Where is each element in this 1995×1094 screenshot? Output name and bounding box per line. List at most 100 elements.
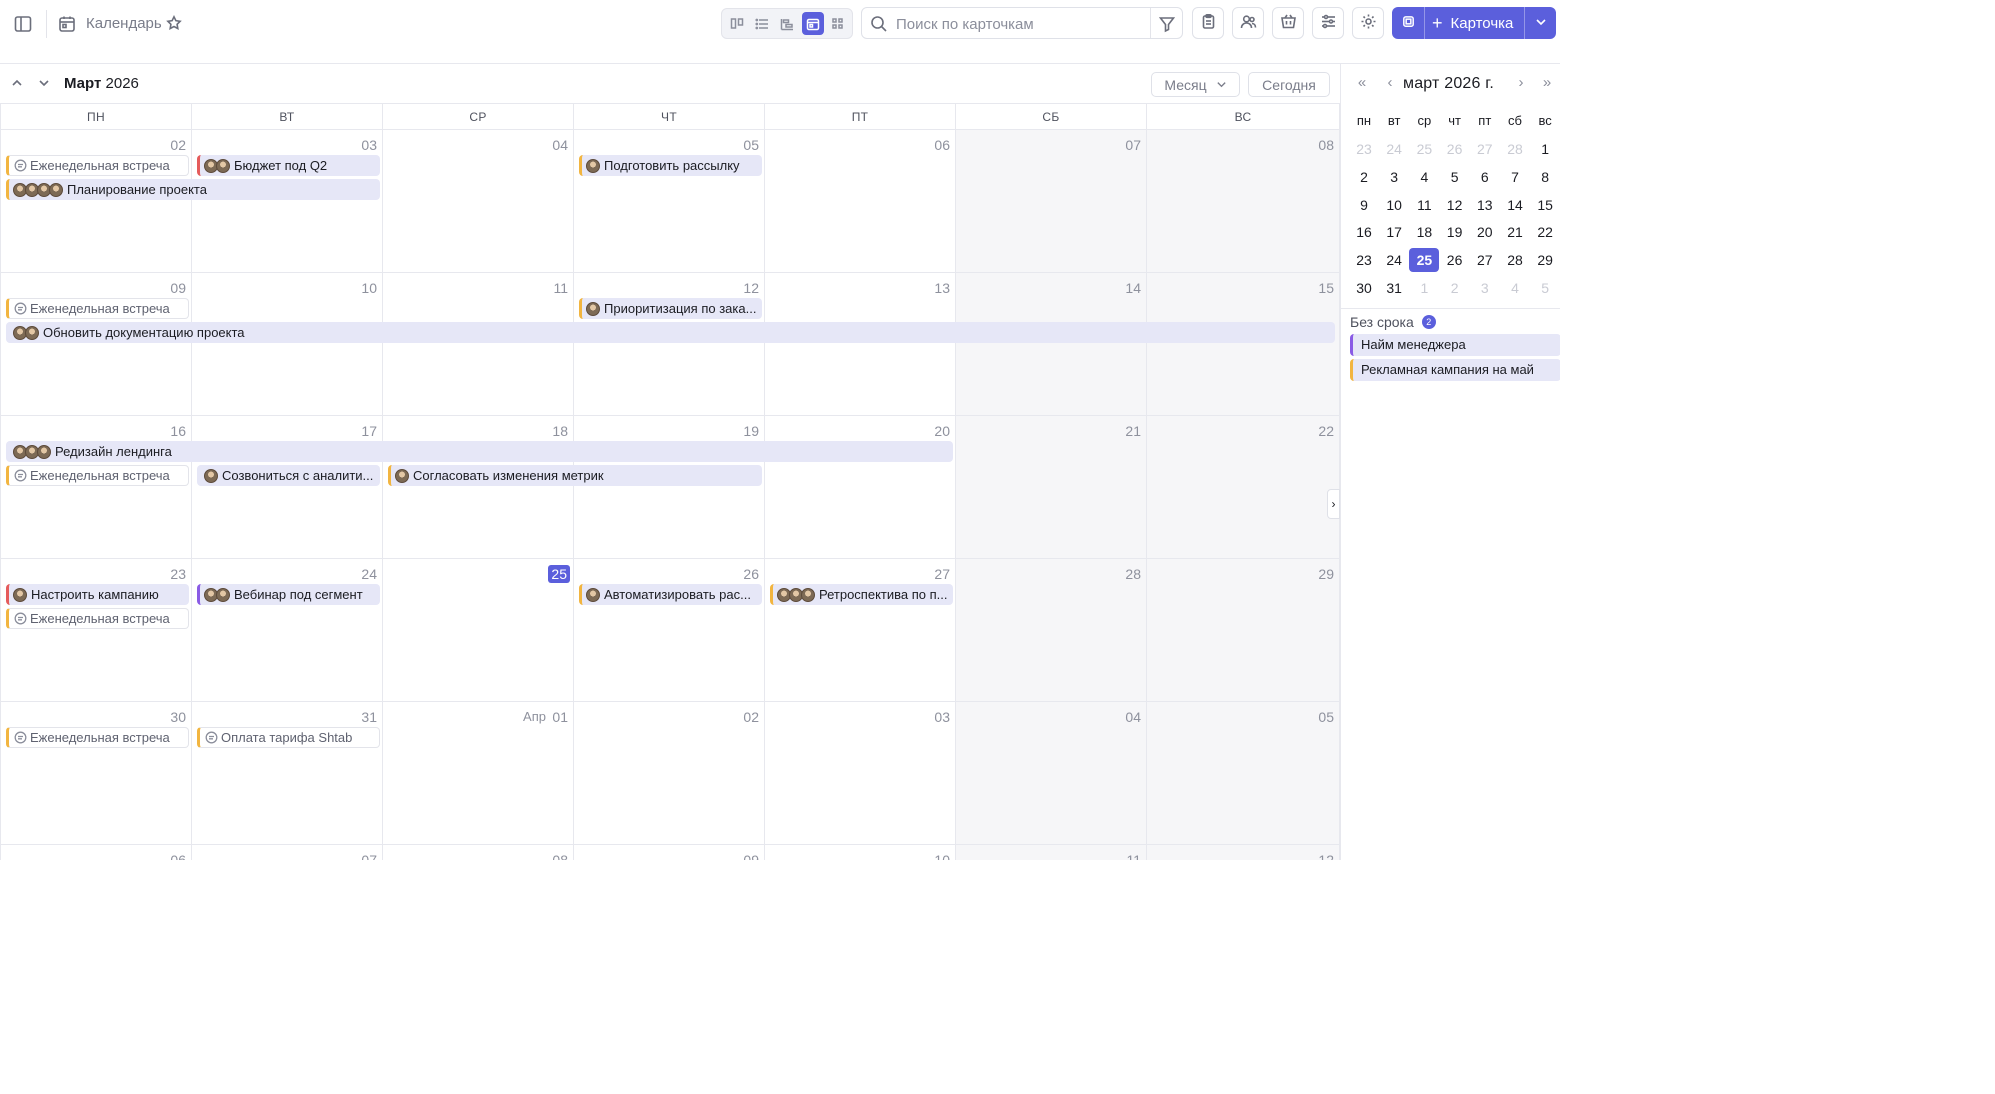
mini-day[interactable]: 26 xyxy=(1440,137,1470,161)
mini-day[interactable]: 12 xyxy=(1440,193,1470,217)
mini-day[interactable]: 14 xyxy=(1500,193,1530,217)
day-cell[interactable]: 05 xyxy=(574,130,765,273)
panel-toggle-button[interactable]: › xyxy=(1327,489,1340,519)
day-cell[interactable]: 08 xyxy=(383,845,574,860)
clipboard-button[interactable] xyxy=(1192,7,1224,39)
mini-day[interactable]: 22 xyxy=(1530,220,1560,244)
mini-day[interactable]: 19 xyxy=(1440,220,1470,244)
day-cell[interactable]: 28 xyxy=(956,559,1147,702)
no-deadline-item[interactable]: Рекламная кампания на май xyxy=(1350,359,1560,381)
view-grid-icon[interactable] xyxy=(827,12,849,35)
mini-day[interactable]: 21 xyxy=(1500,220,1530,244)
mini-day[interactable]: 8 xyxy=(1530,165,1560,189)
mini-day[interactable]: 4 xyxy=(1500,276,1530,300)
day-cell[interactable]: 23 xyxy=(1,559,192,702)
participants-button[interactable] xyxy=(1232,7,1264,39)
day-cell[interactable]: 30 xyxy=(1,702,192,845)
day-cell[interactable]: 05 xyxy=(1147,702,1340,845)
day-cell[interactable]: 01 Апр xyxy=(383,702,574,845)
mini-day[interactable]: 10 xyxy=(1379,193,1409,217)
day-cell[interactable]: 06 xyxy=(1,845,192,860)
mini-day[interactable]: 20 xyxy=(1470,220,1500,244)
event-card[interactable]: Автоматизировать рас... xyxy=(579,584,762,605)
mini-day[interactable]: 1 xyxy=(1530,137,1560,161)
mini-day[interactable]: 13 xyxy=(1470,193,1500,217)
day-cell[interactable]: 11 xyxy=(956,845,1147,860)
view-kanban-icon[interactable] xyxy=(726,12,748,35)
meeting-event[interactable]: Еженедельная встреча xyxy=(6,298,189,319)
day-cell[interactable]: 22 xyxy=(1147,416,1340,559)
mini-day[interactable]: 28 xyxy=(1500,137,1530,161)
day-cell[interactable]: 09 xyxy=(574,845,765,860)
mini-day[interactable]: 9 xyxy=(1349,193,1379,217)
star-icon[interactable] xyxy=(166,14,182,31)
day-cell[interactable]: 08 xyxy=(1147,130,1340,273)
mini-day[interactable]: 5 xyxy=(1530,276,1560,300)
mini-day[interactable]: 6 xyxy=(1470,165,1500,189)
event-card[interactable]: Редизайн лендинга xyxy=(6,441,953,462)
mini-day[interactable]: 2 xyxy=(1349,165,1379,189)
day-cell[interactable]: 03 xyxy=(765,702,956,845)
next-month-icon[interactable]: › xyxy=(1513,74,1529,92)
day-cell[interactable]: 26 xyxy=(574,559,765,702)
meeting-event[interactable]: Еженедельная встреча xyxy=(6,155,189,176)
mini-day[interactable]: 3 xyxy=(1379,165,1409,189)
event-card[interactable]: Вебинар под сегмент xyxy=(197,584,380,605)
mini-day[interactable]: 28 xyxy=(1500,248,1530,272)
day-cell[interactable]: 12 xyxy=(1147,845,1340,860)
mini-day[interactable]: 24 xyxy=(1379,248,1409,272)
mini-day[interactable]: 24 xyxy=(1379,137,1409,161)
mini-day[interactable]: 27 xyxy=(1470,137,1500,161)
day-cell[interactable]: 14 xyxy=(956,273,1147,416)
mini-day[interactable]: 16 xyxy=(1349,220,1379,244)
mini-day[interactable]: 27 xyxy=(1470,248,1500,272)
day-cell[interactable]: 31 xyxy=(192,702,383,845)
mini-day[interactable]: 31 xyxy=(1379,276,1409,300)
filter-icon[interactable] xyxy=(1158,15,1176,33)
day-cell[interactable]: 24 xyxy=(192,559,383,702)
day-cell[interactable]: 04 xyxy=(383,130,574,273)
event-card[interactable]: Планирование проекта xyxy=(6,179,380,200)
event-card[interactable]: Обновить документацию проекта xyxy=(6,322,1335,343)
view-gantt-icon[interactable] xyxy=(776,12,798,35)
mini-day[interactable]: 26 xyxy=(1440,248,1470,272)
mini-day[interactable]: 11 xyxy=(1409,193,1439,217)
event-card[interactable]: Приоритизация по зака... xyxy=(579,298,762,319)
day-cell[interactable]: 20 xyxy=(765,416,956,559)
prev-period-icon[interactable] xyxy=(10,76,24,90)
meeting-event[interactable]: Еженедельная встреча xyxy=(6,727,189,748)
prev-month-icon[interactable]: ‹ xyxy=(1382,74,1398,92)
day-cell[interactable]: 13 xyxy=(765,273,956,416)
settings-sliders-button[interactable] xyxy=(1312,7,1344,39)
mini-day[interactable]: 15 xyxy=(1530,193,1560,217)
day-cell[interactable]: 09 xyxy=(1,273,192,416)
view-list-icon[interactable] xyxy=(751,12,773,35)
event-card[interactable]: Бюджет под Q2 xyxy=(197,155,380,176)
day-cell[interactable]: 11 xyxy=(383,273,574,416)
next-period-icon[interactable] xyxy=(37,76,51,90)
day-cell[interactable]: 07 xyxy=(956,130,1147,273)
day-cell[interactable]: 10 xyxy=(765,845,956,860)
day-cell[interactable]: 15 xyxy=(1147,273,1340,416)
day-cell[interactable]: 17 xyxy=(192,416,383,559)
search-input[interactable] xyxy=(896,14,1146,34)
view-calendar-icon[interactable] xyxy=(802,12,824,35)
day-cell[interactable]: 27 xyxy=(765,559,956,702)
day-cell[interactable]: 18 xyxy=(383,416,574,559)
day-cell[interactable]: 25 xyxy=(383,559,574,702)
day-cell[interactable]: 02 xyxy=(1,130,192,273)
day-cell[interactable]: 16 xyxy=(1,416,192,559)
settings-button[interactable] xyxy=(1352,7,1384,39)
day-cell[interactable]: 04 xyxy=(956,702,1147,845)
event-card[interactable]: Подготовить рассылку xyxy=(579,155,762,176)
mini-day[interactable]: 30 xyxy=(1349,276,1379,300)
mini-day[interactable]: 4 xyxy=(1409,165,1439,189)
day-cell[interactable]: 03 xyxy=(192,130,383,273)
day-cell[interactable]: 06 xyxy=(765,130,956,273)
day-cell[interactable]: 07 xyxy=(192,845,383,860)
today-button[interactable]: Сегодня xyxy=(1248,72,1330,97)
sticker-button[interactable] xyxy=(1392,7,1424,39)
mini-day-selected[interactable]: 25 xyxy=(1409,248,1440,273)
event-card[interactable]: Согласовать изменения метрик xyxy=(388,465,762,486)
day-cell[interactable]: 29 xyxy=(1147,559,1340,702)
